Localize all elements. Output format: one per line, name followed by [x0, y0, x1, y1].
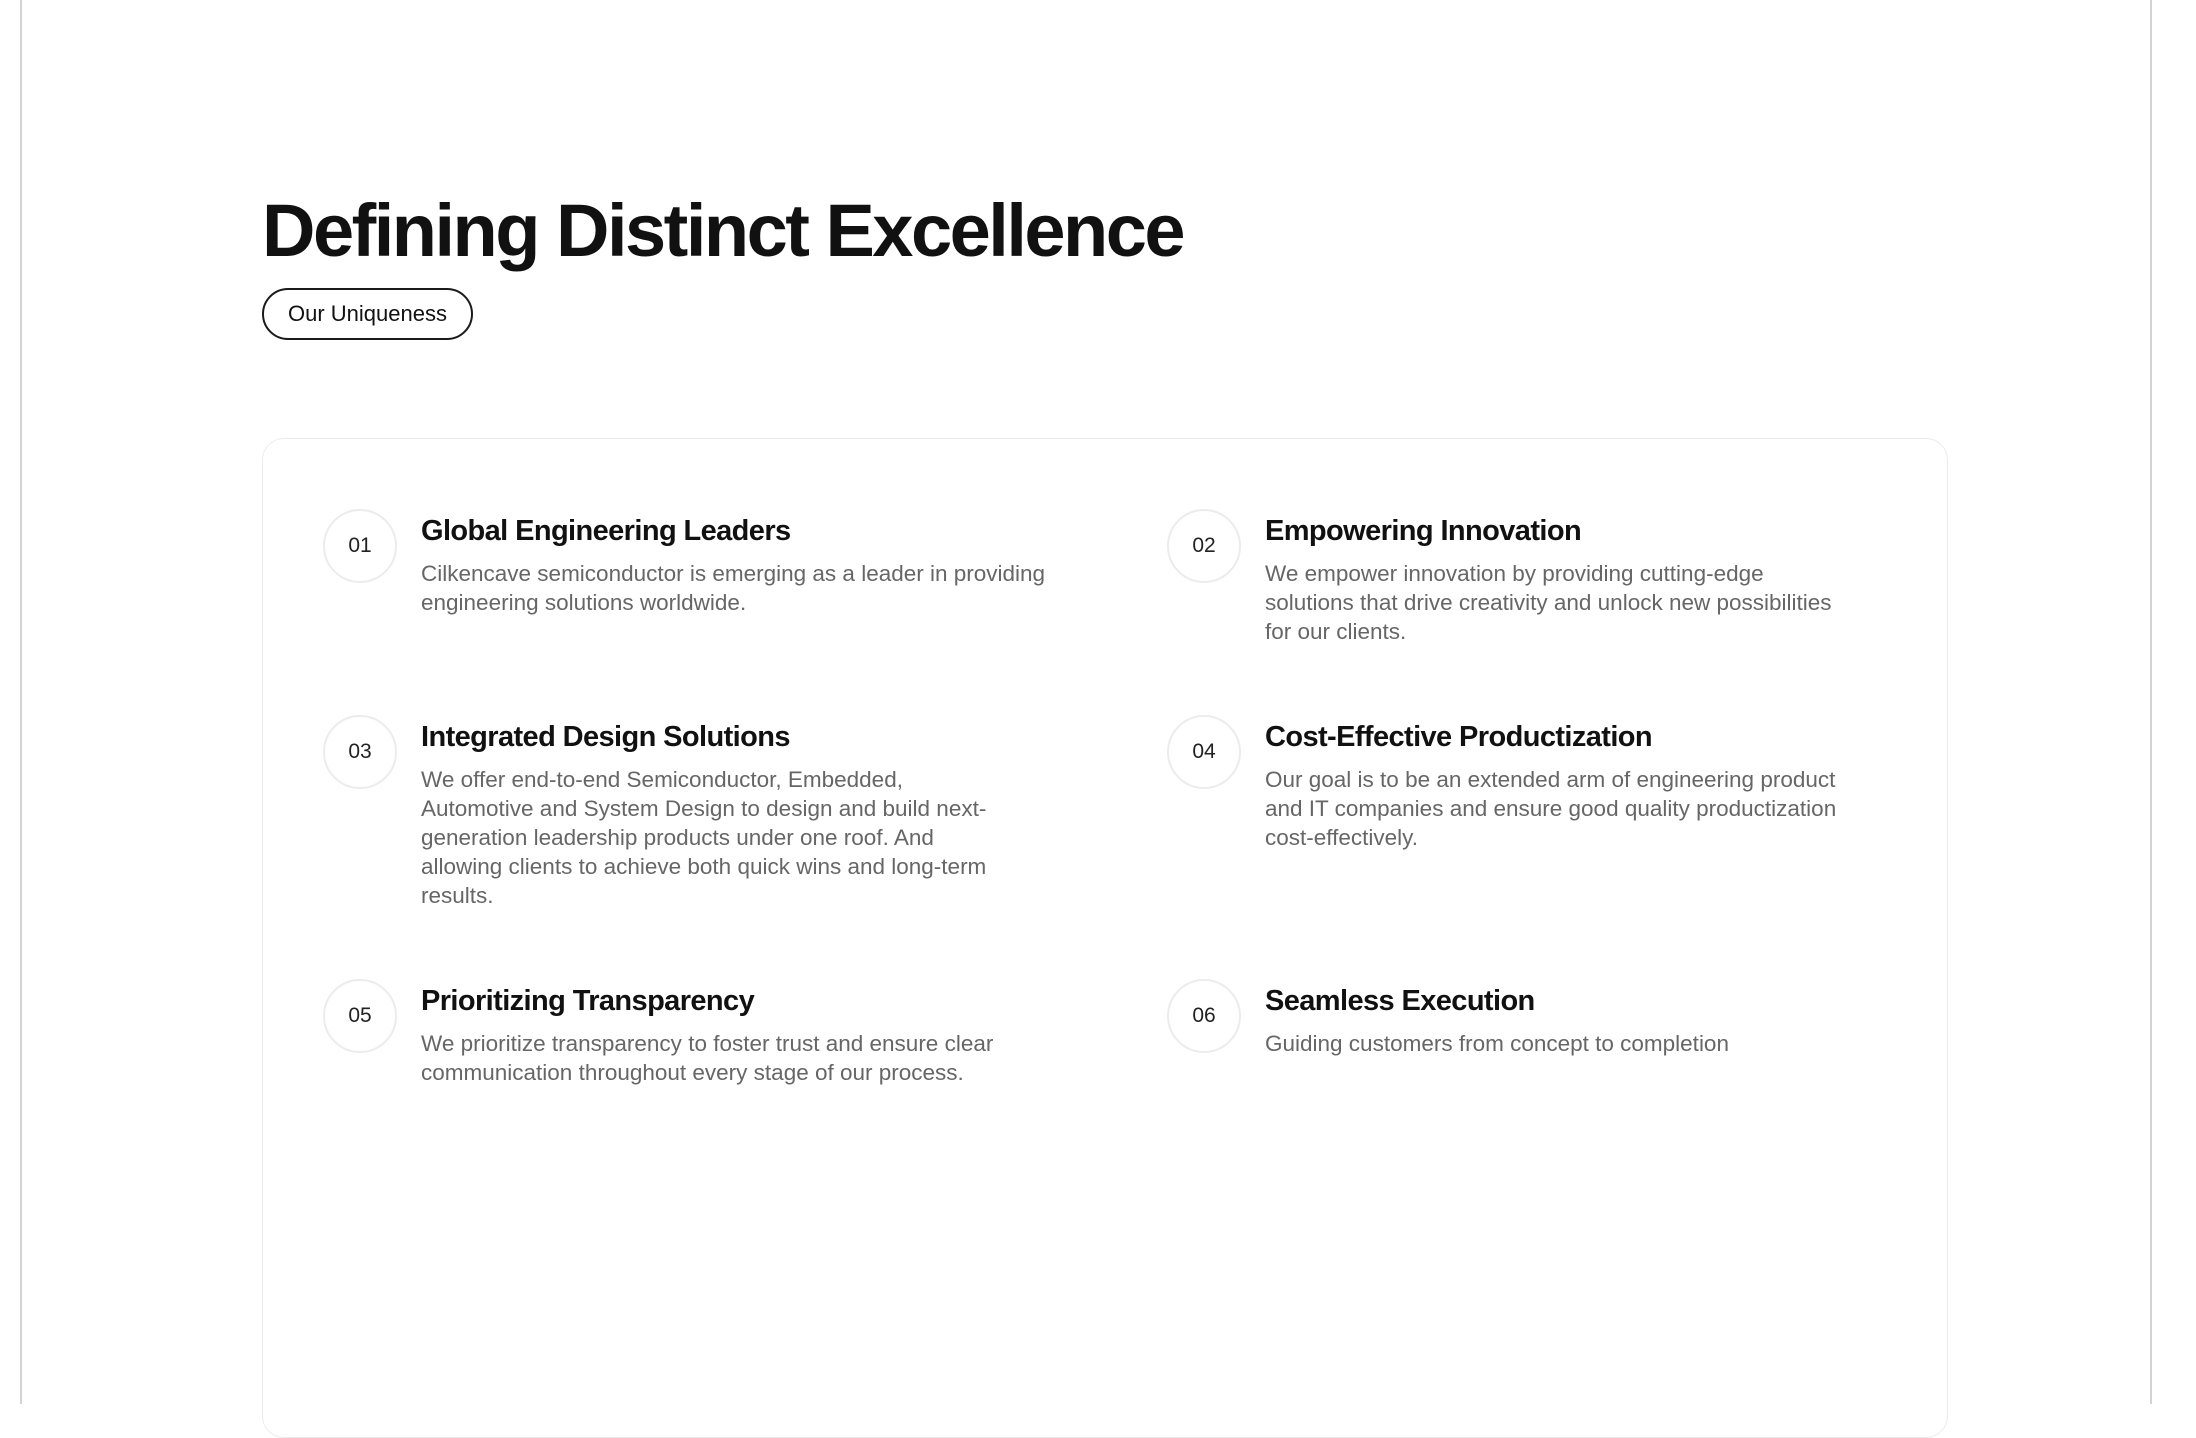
- feature-number-badge: 01: [323, 509, 397, 583]
- section-tag: Our Uniqueness: [262, 288, 473, 340]
- feature-description: Cilkencave semiconductor is emerging as …: [421, 561, 1046, 615]
- page-border-left: [20, 0, 22, 1404]
- page-border-right: [2150, 0, 2152, 1404]
- feature-description: Our goal is to be an extended arm of eng…: [1265, 767, 1837, 850]
- feature-title: Global Engineering Leaders: [421, 515, 791, 547]
- feature-title: Integrated Design Solutions: [421, 721, 790, 753]
- page-title: Defining Distinct Excellence: [262, 189, 1186, 272]
- feature-title: Cost-Effective Productization: [1265, 721, 1653, 753]
- feature-number-badge: 04: [1167, 715, 1241, 789]
- feature-description: Guiding customers from concept to comple…: [1265, 1031, 1729, 1056]
- feature-number-badge: 06: [1167, 979, 1241, 1053]
- feature-description: We offer end-to-end Semiconductor, Embed…: [421, 767, 987, 908]
- feature-title: Prioritizing Transparency: [421, 985, 755, 1017]
- feature-title: Empowering Innovation: [1265, 515, 1582, 547]
- feature-description: We prioritize transparency to foster tru…: [421, 1031, 994, 1085]
- feature-title: Seamless Execution: [1265, 985, 1535, 1017]
- feature-number-badge: 03: [323, 715, 397, 789]
- feature-number-badge: 02: [1167, 509, 1241, 583]
- feature-description: We empower innovation by providing cutti…: [1265, 561, 1832, 644]
- feature-number-badge: 05: [323, 979, 397, 1053]
- features-card: 01 Global Engineering Leaders Cilkencave…: [262, 438, 1948, 1438]
